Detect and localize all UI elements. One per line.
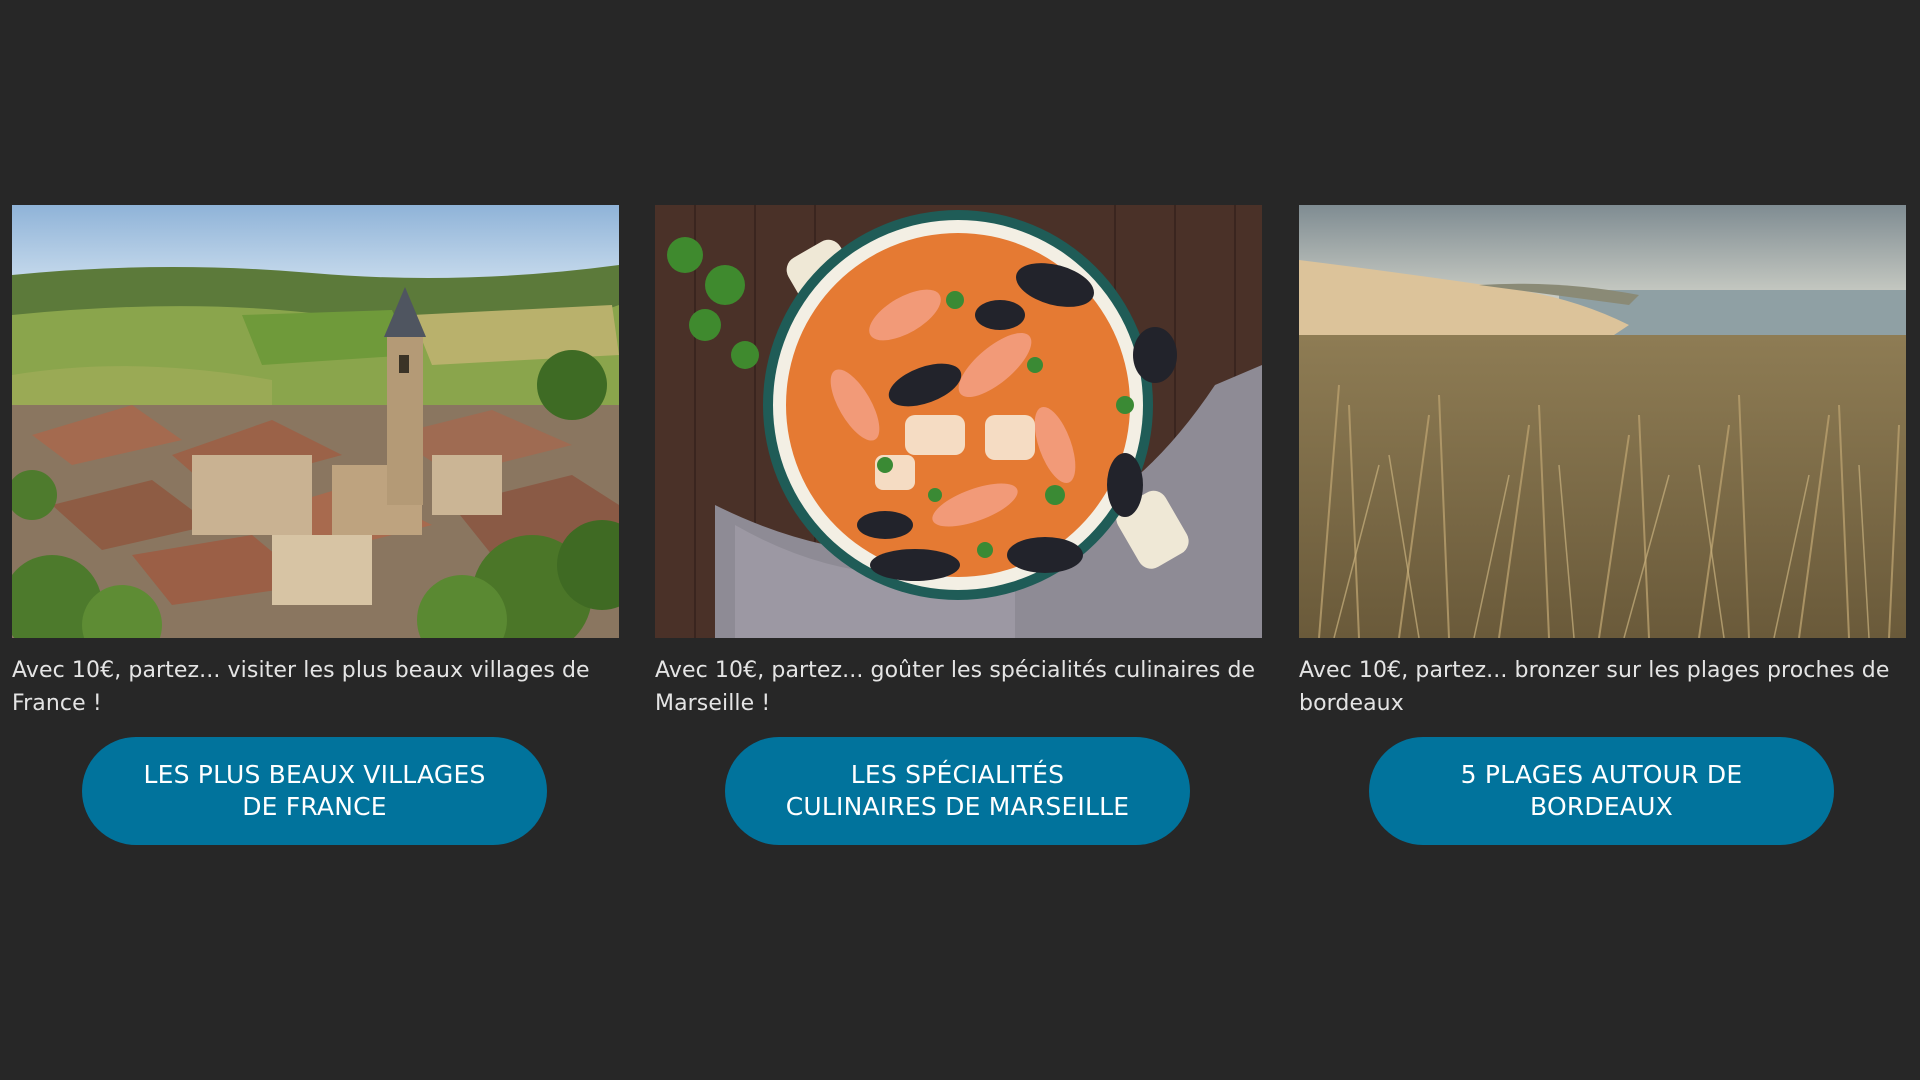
card-caption: Avec 10€, partez... bronzer sur les plag… <box>1299 658 1890 716</box>
bouillabaisse-photo[interactable] <box>655 205 1262 638</box>
beach-dune-photo[interactable] <box>1299 205 1906 638</box>
village-photo[interactable] <box>12 205 619 638</box>
card-caption: Avec 10€, partez... goûter les spécialit… <box>655 658 1256 716</box>
marseille-button[interactable]: LES SPÉCIALITÉS CULINAIRES DE MARSEILLE <box>725 737 1190 845</box>
villages-button[interactable]: LES PLUS BEAUX VILLAGES DE FRANCE <box>82 737 547 845</box>
card-marseille: Avec 10€, partez... goûter les spécialit… <box>655 205 1262 845</box>
card-villages: Avec 10€, partez... visiter les plus bea… <box>12 205 619 845</box>
card-bordeaux: Avec 10€, partez... bronzer sur les plag… <box>1299 205 1906 845</box>
card-caption: Avec 10€, partez... visiter les plus bea… <box>12 658 590 716</box>
bordeaux-button[interactable]: 5 PLAGES AUTOUR DE BORDEAUX <box>1369 737 1834 845</box>
